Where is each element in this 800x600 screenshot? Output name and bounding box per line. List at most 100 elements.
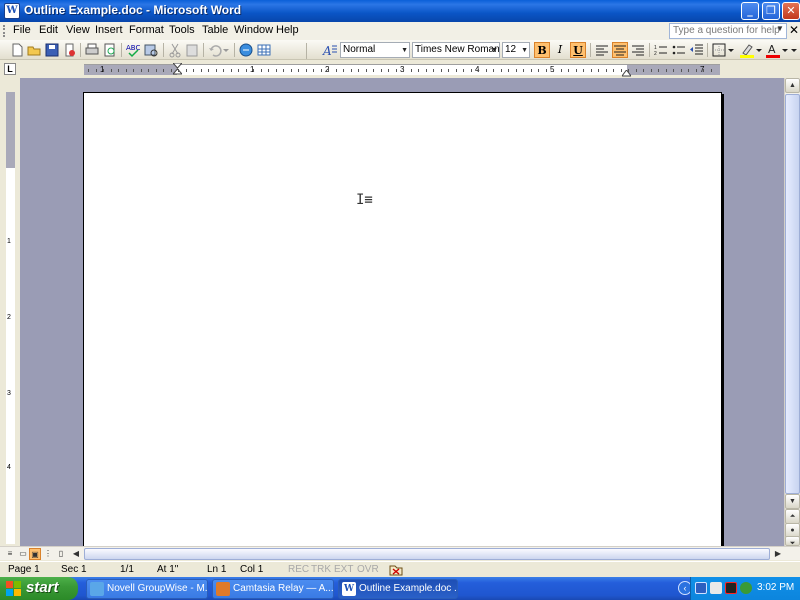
scroll-up-icon[interactable]: ▲ <box>785 78 800 93</box>
scroll-right-icon[interactable]: ▶ <box>772 548 784 560</box>
word-app-icon[interactable]: W <box>4 3 20 19</box>
print-icon[interactable] <box>84 42 100 58</box>
status-rec[interactable]: REC <box>288 564 309 575</box>
align-left-icon[interactable] <box>594 42 610 58</box>
minimize-button[interactable]: _ <box>741 2 759 20</box>
hyperlink-icon[interactable] <box>238 42 254 58</box>
highlight-dropdown-icon[interactable] <box>755 42 763 58</box>
menu-format[interactable]: Format <box>129 24 164 36</box>
task-groupwise[interactable]: Novell GroupWise - M... <box>86 579 208 599</box>
ruler-tick <box>455 69 457 72</box>
ruler-tick <box>710 69 712 72</box>
scroll-left-icon[interactable]: ◀ <box>70 548 82 560</box>
toolbar-separator <box>163 43 164 57</box>
tab-selector-button[interactable]: L <box>4 63 16 75</box>
ruler-tick <box>88 69 89 72</box>
outline-view-icon[interactable]: ⋮ <box>42 548 54 560</box>
ruler-tick <box>478 69 479 72</box>
status-line: Ln 1 <box>207 564 227 575</box>
camtasia-icon <box>216 582 230 596</box>
numbering-icon[interactable]: 12 <box>653 42 669 58</box>
permission-icon[interactable] <box>62 42 78 58</box>
menu-view[interactable]: View <box>66 24 90 36</box>
borders-dropdown-icon[interactable] <box>727 42 735 58</box>
maximize-button[interactable]: ❐ <box>762 2 780 20</box>
style-dropdown-icon[interactable]: ▼ <box>401 47 408 54</box>
ruler-tick <box>380 69 382 72</box>
decrease-indent-icon[interactable] <box>689 42 705 58</box>
spelling-status-icon[interactable] <box>389 564 403 576</box>
research-icon[interactable] <box>143 42 159 58</box>
close-button[interactable]: ✕ <box>782 2 800 20</box>
ruler-tick <box>95 69 97 72</box>
undo-icon[interactable] <box>207 42 223 58</box>
scroll-down-icon[interactable]: ▼ <box>785 494 800 509</box>
document-page[interactable]: I≡ <box>83 92 722 546</box>
web-layout-icon[interactable]: ▭ <box>17 548 29 560</box>
font-select[interactable]: Times New Roman ▼ <box>412 42 500 58</box>
highlight-icon[interactable] <box>739 42 755 58</box>
horizontal-scrollbar[interactable]: ≡ ▭ ▣ ⋮ ▯ ◀ ▶ <box>0 546 800 560</box>
menu-edit[interactable]: Edit <box>39 24 58 36</box>
reading-layout-icon[interactable]: ▯ <box>55 548 67 560</box>
horizontal-scroll-thumb[interactable] <box>84 548 770 560</box>
update-icon[interactable] <box>740 582 752 594</box>
normal-view-icon[interactable]: ≡ <box>4 548 16 560</box>
previous-page-icon[interactable]: ⏶ <box>785 509 800 524</box>
font-color-dropdown-icon[interactable] <box>781 42 789 58</box>
font-size-select[interactable]: 12 ▼ <box>502 42 530 58</box>
menubar-grip[interactable] <box>3 25 6 37</box>
print-preview-icon[interactable] <box>102 42 118 58</box>
menu-file[interactable]: File <box>13 24 31 36</box>
font-color-icon[interactable]: A <box>765 42 781 58</box>
bold-button[interactable]: B <box>534 42 550 58</box>
task-camtasia[interactable]: Camtasia Relay — A... <box>212 579 334 599</box>
align-right-icon[interactable] <box>630 42 646 58</box>
styles-formatting-icon[interactable]: A <box>322 42 338 58</box>
start-button[interactable]: start <box>0 577 78 600</box>
open-folder-icon[interactable] <box>26 42 42 58</box>
horizontal-ruler[interactable]: 1 1 2 3 4 5 7 <box>84 62 720 77</box>
security-icon[interactable] <box>725 582 737 594</box>
document-close-button[interactable]: ✕ <box>789 23 799 37</box>
menu-table[interactable]: Table <box>202 24 228 36</box>
align-center-icon[interactable] <box>612 42 628 58</box>
vertical-ruler[interactable]: 1 2 3 4 <box>0 78 20 546</box>
spelling-icon[interactable]: ABC <box>125 42 141 58</box>
ruler-number: 2 <box>7 314 11 321</box>
task-word[interactable]: W Outline Example.doc ... <box>338 579 458 599</box>
underline-button[interactable]: U <box>570 42 586 58</box>
borders-icon[interactable] <box>711 42 727 58</box>
help-dropdown-icon[interactable]: ▼ <box>776 24 784 33</box>
ruler-tick <box>223 69 224 72</box>
network-icon[interactable] <box>695 582 707 594</box>
print-layout-icon[interactable]: ▣ <box>29 548 41 560</box>
menu-help[interactable]: Help <box>276 24 299 36</box>
tables-borders-icon[interactable] <box>256 42 272 58</box>
undo-dropdown-icon[interactable] <box>222 42 238 58</box>
font-size-dropdown-icon[interactable]: ▼ <box>521 47 528 54</box>
menu-window[interactable]: Window <box>234 24 273 36</box>
style-select[interactable]: Normal ▼ <box>340 42 410 58</box>
status-ext[interactable]: EXT <box>334 564 353 575</box>
ruler-tick <box>103 69 104 72</box>
scroll-thumb[interactable] <box>785 94 800 494</box>
menu-insert[interactable]: Insert <box>95 24 123 36</box>
italic-button[interactable]: I <box>552 42 568 58</box>
bullets-icon[interactable] <box>671 42 687 58</box>
status-ovr[interactable]: OVR <box>357 564 379 575</box>
help-question-input[interactable]: Type a question for help <box>669 23 787 39</box>
font-dropdown-icon[interactable]: ▼ <box>491 47 498 54</box>
save-icon[interactable] <box>44 42 60 58</box>
cut-icon[interactable] <box>167 42 183 58</box>
menu-tools[interactable]: Tools <box>169 24 195 36</box>
volume-icon[interactable] <box>710 582 722 594</box>
status-trk[interactable]: TRK <box>311 564 331 575</box>
new-document-icon[interactable] <box>9 42 25 58</box>
right-indent-marker-icon[interactable] <box>621 68 632 77</box>
paste-icon[interactable] <box>184 42 200 58</box>
vertical-scrollbar[interactable]: ▲ ▼ ⏶ ● ⏷ <box>784 78 800 547</box>
next-page-icon[interactable]: ⏷ <box>785 536 800 547</box>
toolbar-grip[interactable] <box>306 43 307 59</box>
toolbar-options-icon[interactable] <box>790 42 798 58</box>
